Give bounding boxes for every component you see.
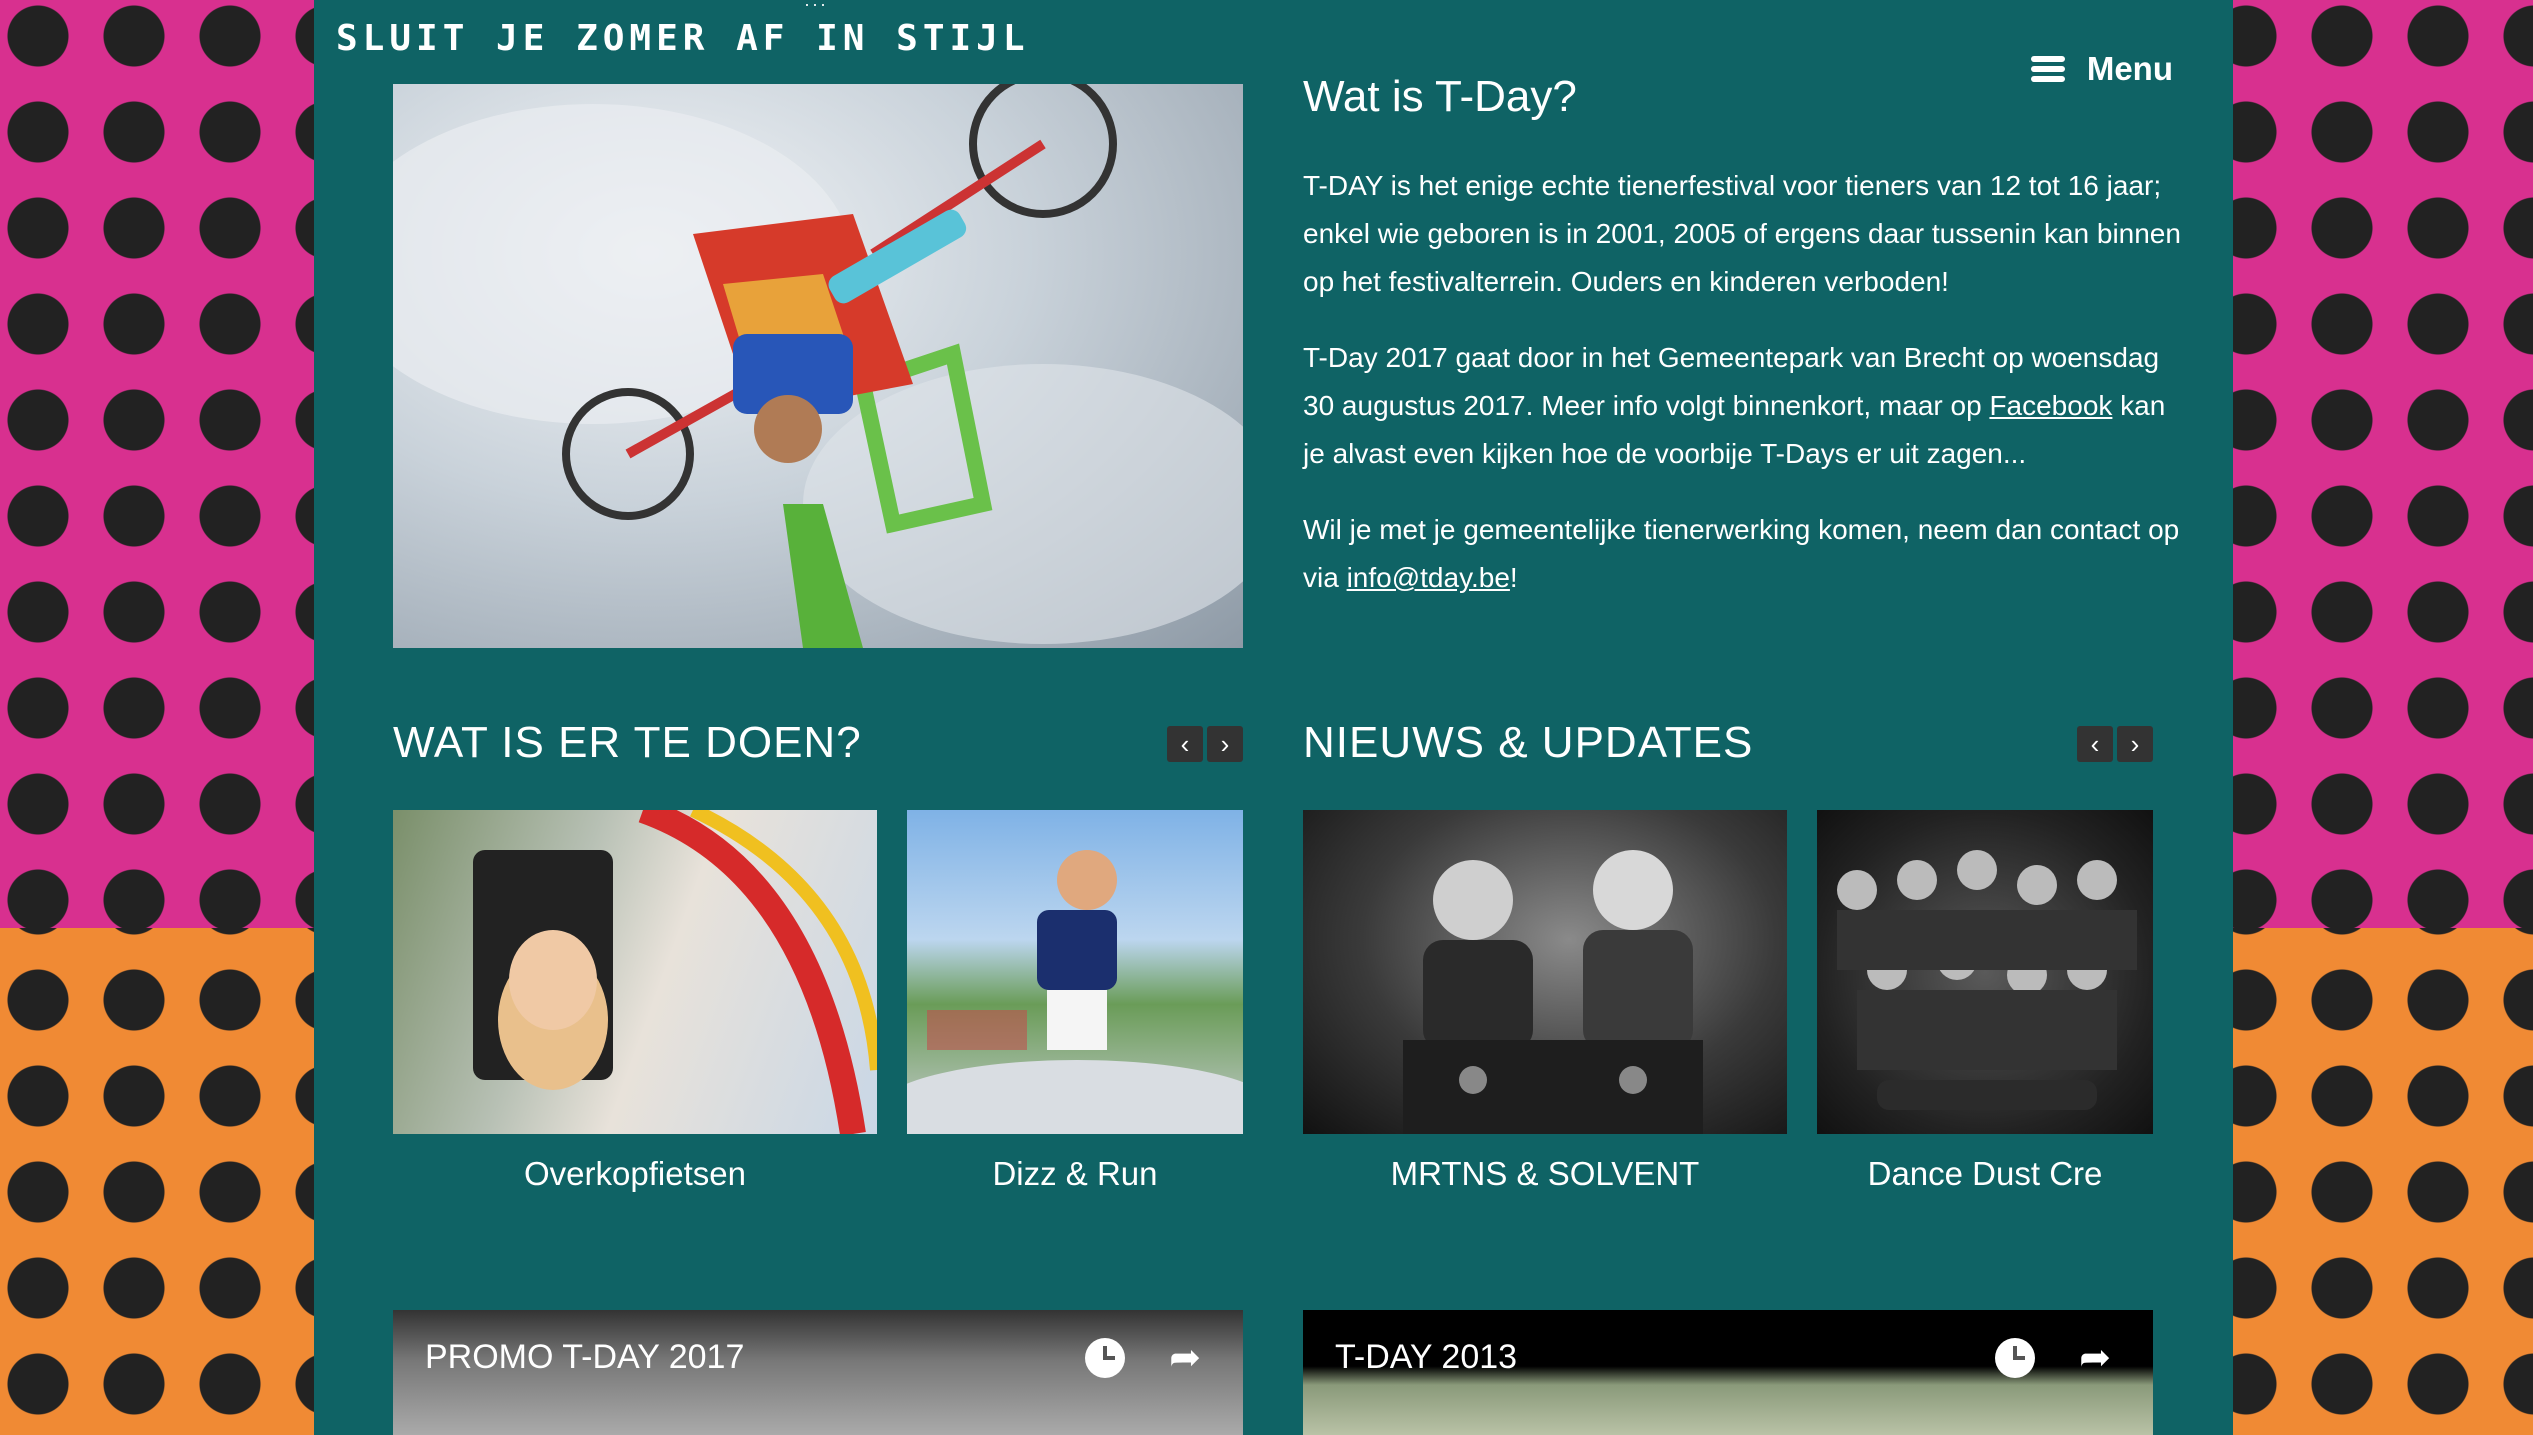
intro-paragraph-3-end: ! (1509, 562, 1518, 593)
activity-thumbnail (393, 810, 877, 1134)
chevron-left-icon: ‹ (2090, 728, 2100, 759)
main-panel: ··· SLUIT JE ZOMER AF IN STIJL Menu Wat … (314, 0, 2233, 1435)
news-thumbnail (1817, 810, 2153, 1134)
activity-card-dizz-and-run[interactable]: Dizz & Run (907, 810, 1243, 1210)
news-carousel-controls: ‹ › (2077, 726, 2153, 762)
activities-next-button[interactable]: › (1207, 726, 1243, 762)
facebook-link[interactable]: Facebook (1989, 390, 2112, 421)
activity-card-overkopfietsen[interactable]: Overkopfietsen (393, 810, 877, 1210)
hero-image-overkopfietsen (393, 84, 1243, 648)
activity-label: Overkopfietsen (524, 1155, 746, 1192)
video-title[interactable]: PROMO T-DAY 2017 (425, 1338, 744, 1377)
activity-thumbnail (907, 810, 1243, 1134)
activity-label: Dizz & Run (992, 1155, 1158, 1192)
clock-icon[interactable] (1995, 1338, 2036, 1378)
email-link[interactable]: info@tday.be (1347, 562, 1510, 593)
site-tagline[interactable]: SLUIT JE ZOMER AF IN STIJL (336, 18, 1030, 59)
share-icon[interactable]: ➦ (1169, 1338, 1201, 1378)
news-next-button[interactable]: › (2117, 726, 2153, 762)
video-promo-2017[interactable]: PROMO T-DAY 2017 ➦ (393, 1310, 1243, 1435)
share-icon[interactable]: ➦ (2079, 1338, 2111, 1378)
news-card-mrtns-solvent[interactable]: MRTNS & SOLVENT (1303, 810, 1787, 1210)
video-title[interactable]: T-DAY 2013 (1335, 1338, 1517, 1377)
news-label: MRTNS & SOLVENT (1390, 1155, 1700, 1192)
news-title: NIEUWS & UPDATES (1303, 718, 1754, 767)
intro-paragraph-2: T-Day 2017 gaat door in het Gemeentepark… (1303, 334, 2183, 478)
news-thumbnail (1303, 810, 1787, 1134)
news-card-dance-dust[interactable]: Dance Dust Cre (1817, 810, 2153, 1210)
news-label: Dance Dust Cre (1867, 1155, 2103, 1192)
intro-title: Wat is T-Day? (1303, 72, 1577, 121)
activities-title: WAT IS ER TE DOEN? (393, 718, 862, 767)
news-prev-button[interactable]: ‹ (2077, 726, 2113, 762)
chevron-right-icon: › (2130, 728, 2140, 759)
activities-prev-button[interactable]: ‹ (1167, 726, 1203, 762)
intro-paragraph-3: Wil je met je gemeentelijke tienerwerkin… (1303, 506, 2183, 602)
chevron-right-icon: › (1220, 728, 1230, 759)
clock-icon[interactable] (1085, 1338, 1126, 1378)
intro-paragraph-1: T-DAY is het enige echte tienerfestival … (1303, 170, 2181, 297)
ellipsis-decoration: ··· (804, 0, 828, 14)
video-tday-2013[interactable]: T-DAY 2013 ➦ (1303, 1310, 2153, 1435)
video-controls: ➦ (1085, 1338, 1201, 1378)
intro-section: Wat is T-Day? T-DAY is het enige echte t… (1303, 72, 2183, 630)
activities-carousel-controls: ‹ › (1167, 726, 1243, 762)
video-controls: ➦ (1995, 1338, 2111, 1378)
chevron-left-icon: ‹ (1180, 728, 1190, 759)
